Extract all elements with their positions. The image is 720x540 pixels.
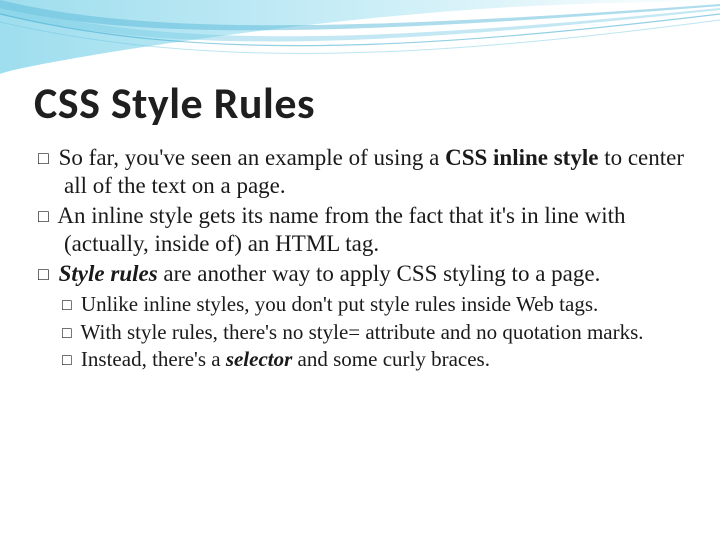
sub-bullet-list: Unlike inline styles, you don't put styl… bbox=[34, 292, 686, 373]
bullet-item: Style rules are another way to apply CSS… bbox=[38, 260, 686, 288]
text: Unlike inline styles, you don't put styl… bbox=[81, 292, 598, 316]
bold-text: CSS inline style bbox=[445, 145, 598, 170]
slide-title: CSS Style Rules bbox=[34, 76, 686, 130]
sub-bullet-item: Instead, there's a selector and some cur… bbox=[62, 347, 686, 373]
bullet-list: So far, you've seen an example of using … bbox=[34, 144, 686, 288]
text: Instead, there's a bbox=[81, 347, 226, 371]
bullet-item: An inline style gets its name from the f… bbox=[38, 202, 686, 258]
text: are another way to apply CSS styling to … bbox=[158, 261, 601, 286]
text: So far, you've seen an example of using … bbox=[59, 145, 445, 170]
sub-bullet-item: With style rules, there's no style= attr… bbox=[62, 320, 686, 346]
text: With style rules, there's no style= attr… bbox=[81, 320, 644, 344]
sub-bullet-item: Unlike inline styles, you don't put styl… bbox=[62, 292, 686, 318]
text: An inline style gets its name from the f… bbox=[57, 203, 625, 256]
text: and some curly braces. bbox=[292, 347, 490, 371]
bullet-item: So far, you've seen an example of using … bbox=[38, 144, 686, 200]
bold-italic-text: selector bbox=[226, 347, 292, 371]
slide-content: CSS Style Rules So far, you've seen an e… bbox=[34, 76, 686, 375]
bold-italic-text: Style rules bbox=[59, 261, 158, 286]
